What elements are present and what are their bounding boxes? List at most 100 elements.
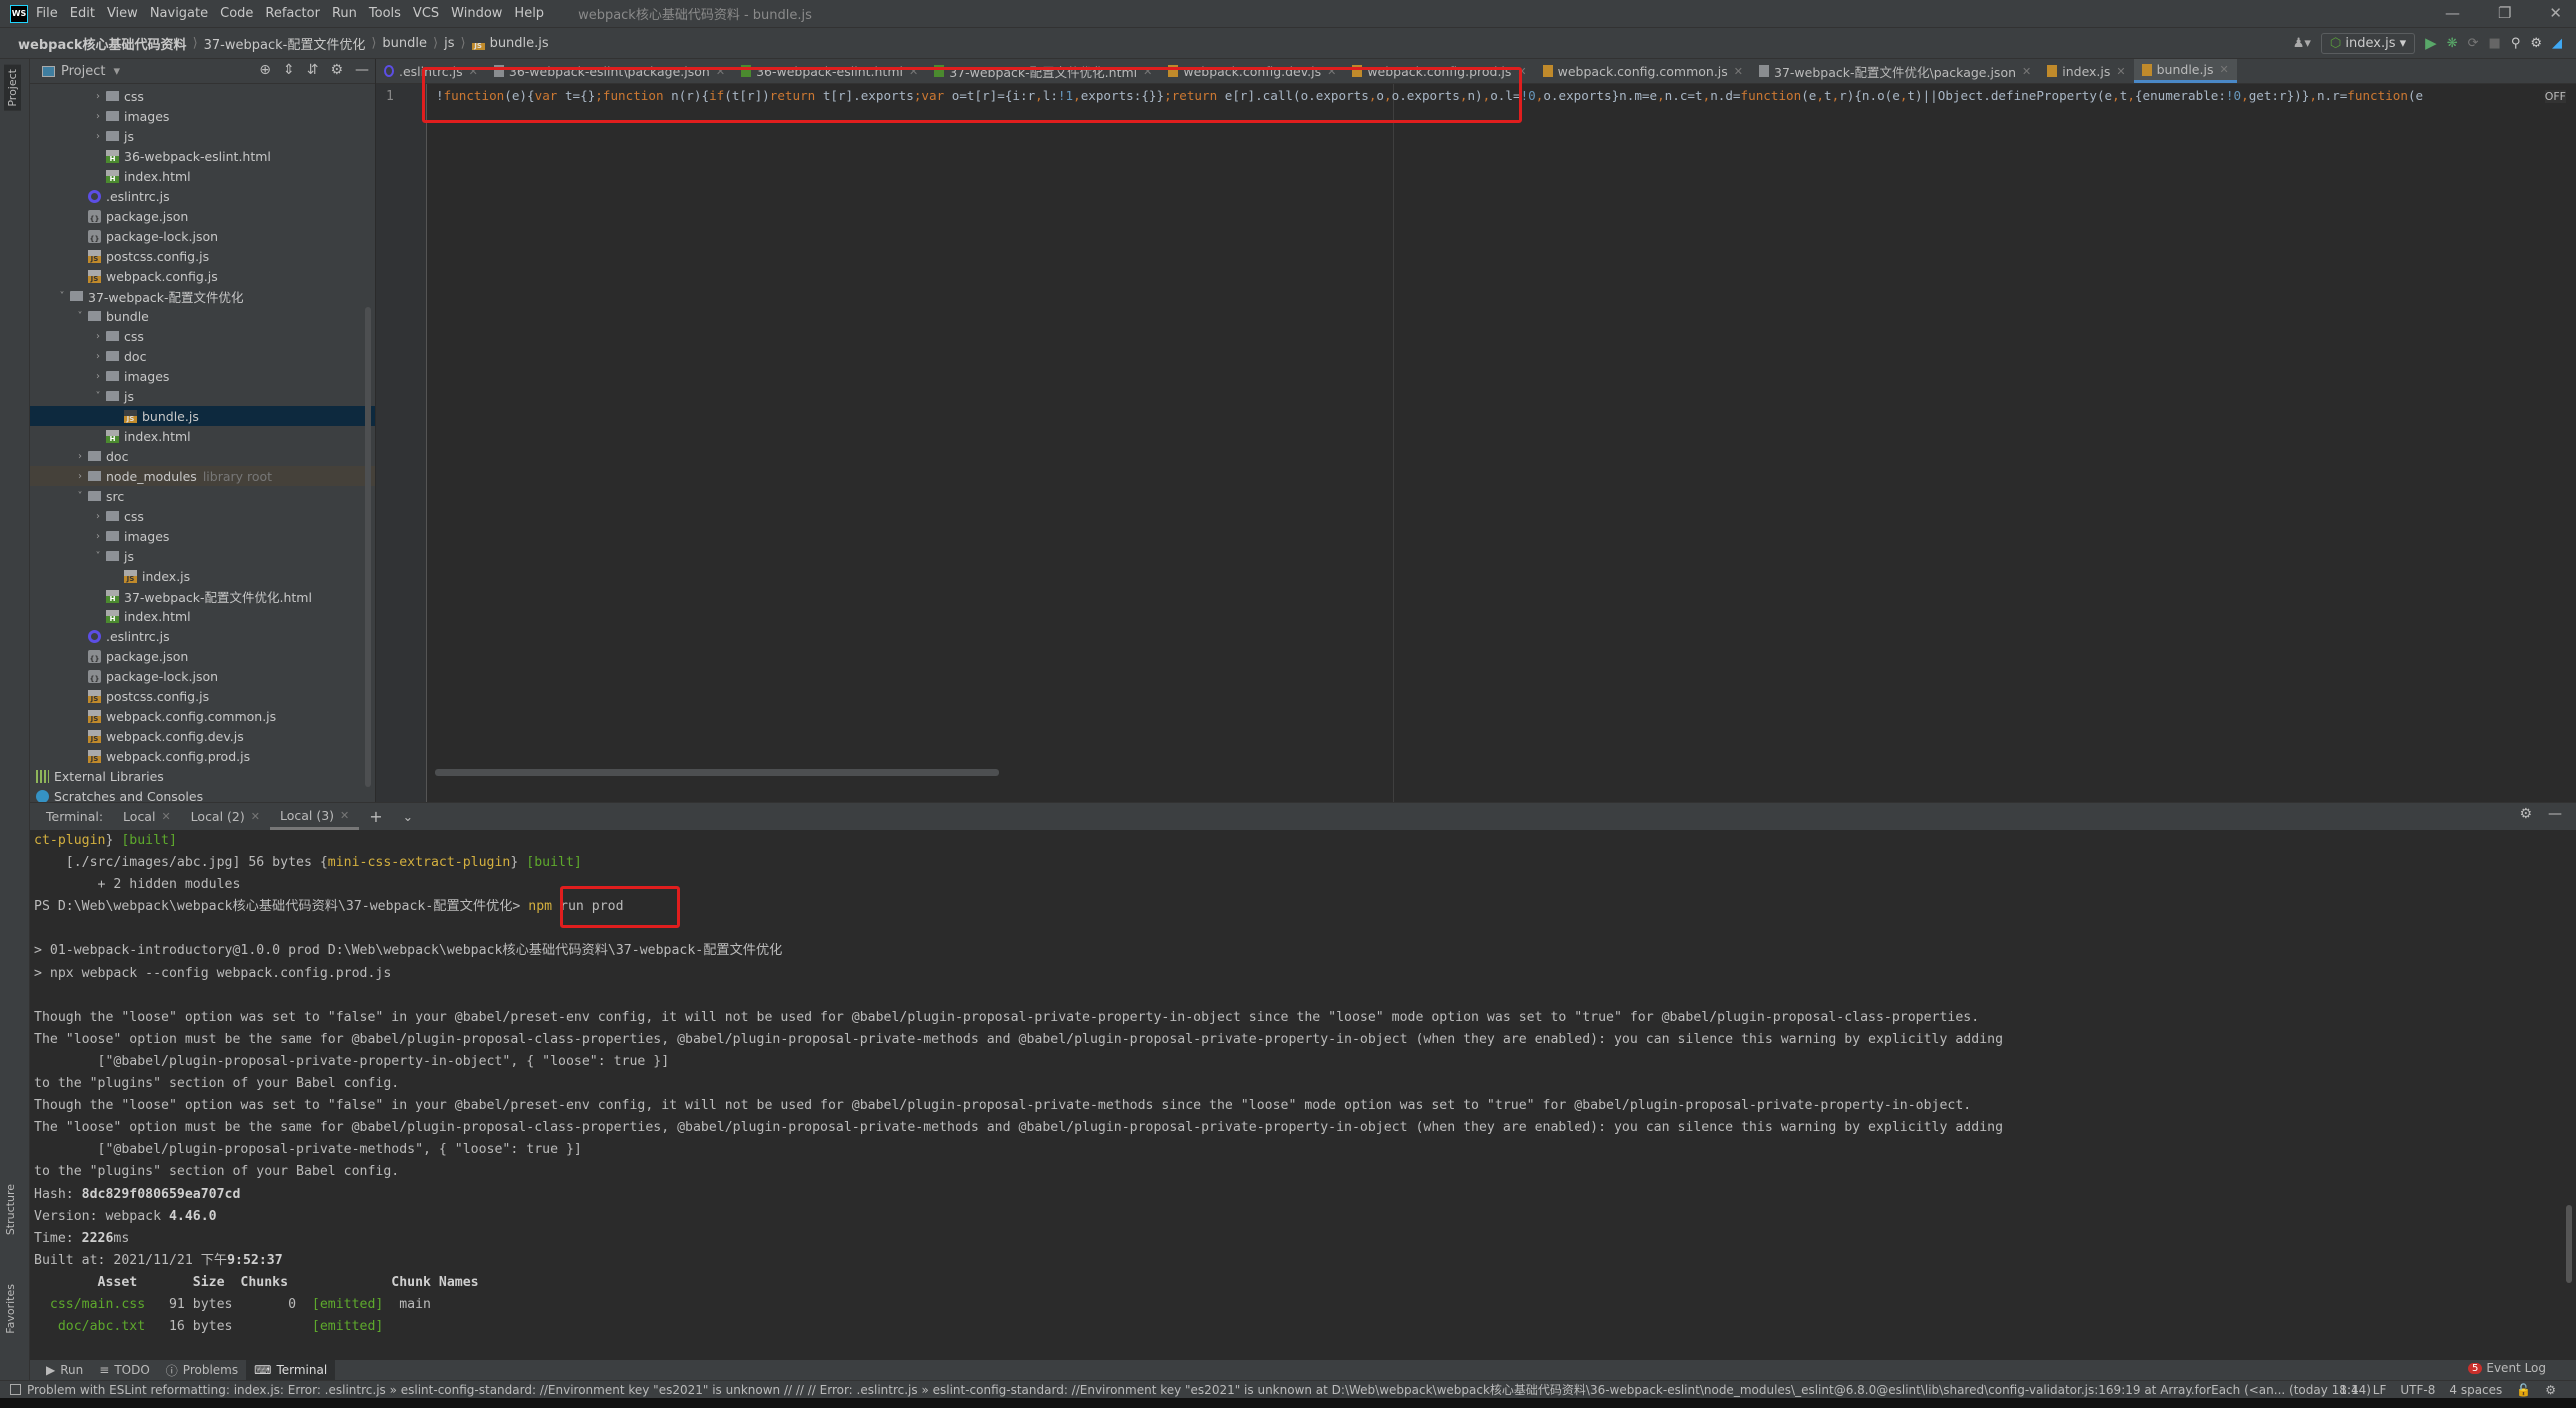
terminal-scrollbar[interactable] <box>2566 1205 2572 1283</box>
chevron-right-icon[interactable]: › <box>90 531 106 542</box>
tree-item[interactable]: {} package-lock.json <box>30 226 375 246</box>
breadcrumb-item[interactable]: 37-webpack-配置文件优化 <box>204 34 366 53</box>
collapse-all-icon[interactable]: ⇵ <box>307 62 319 78</box>
menu-view[interactable]: View <box>107 6 138 21</box>
tree-item[interactable]: ˅ 37-webpack-配置文件优化 <box>30 286 375 306</box>
chevron-right-icon[interactable]: › <box>90 351 106 362</box>
menu-file[interactable]: File <box>36 6 58 21</box>
tree-item[interactable]: {} package.json <box>30 646 375 666</box>
chevron-right-icon[interactable]: › <box>72 471 88 482</box>
lock-icon[interactable]: 🔓 <box>2516 1383 2531 1397</box>
chevron-right-icon[interactable]: › <box>90 371 106 382</box>
tree-item[interactable]: ˅ js <box>30 546 375 566</box>
event-log-button[interactable]: 5 Event Log <box>2468 1361 2546 1375</box>
gear-icon[interactable]: ⚙ <box>330 62 343 78</box>
tree-item[interactable]: › node_modules library root <box>30 466 375 486</box>
menu-vcs[interactable]: VCS <box>413 6 439 21</box>
chevron-down-icon[interactable]: ˅ <box>90 391 106 402</box>
tool-window-todo[interactable]: ≡ TODO <box>91 1360 158 1380</box>
tree-item[interactable]: › images <box>30 526 375 546</box>
tree-item[interactable]: External Libraries <box>30 766 375 786</box>
close-tab-icon[interactable]: ✕ <box>161 810 170 823</box>
menu-navigate[interactable]: Navigate <box>150 6 208 21</box>
menu-run[interactable]: Run <box>332 6 357 21</box>
status-badge[interactable]: OFF <box>2544 90 2566 103</box>
tree-item[interactable]: H 37-webpack-配置文件优化.html <box>30 586 375 606</box>
tree-item[interactable]: › css <box>30 86 375 106</box>
run-config-select[interactable]: ⬡ index.js ▾ <box>2320 32 2416 54</box>
menu-help[interactable]: Help <box>514 6 544 21</box>
tree-item[interactable]: {} package.json <box>30 206 375 226</box>
inspector-icon[interactable]: ⚙ <box>2545 1383 2556 1397</box>
plugin-icon[interactable]: ◢ <box>2552 36 2562 51</box>
menu-edit[interactable]: Edit <box>70 6 95 21</box>
terminal-tab[interactable]: Local ✕ <box>113 803 181 830</box>
menu-code[interactable]: Code <box>220 6 253 21</box>
chevron-down-icon[interactable]: ˅ <box>72 311 88 322</box>
tree-item[interactable]: JS webpack.config.dev.js <box>30 726 375 746</box>
breadcrumb-item[interactable]: bundle <box>382 36 427 51</box>
menu-tools[interactable]: Tools <box>369 6 401 21</box>
tree-item[interactable]: › images <box>30 366 375 386</box>
tree-item[interactable]: ˅ bundle <box>30 306 375 326</box>
line-ending[interactable]: LF <box>2373 1383 2387 1397</box>
editor-tab[interactable]: webpack.config.common.js ✕ <box>1535 59 1751 83</box>
favorites-tool-tab[interactable]: Favorites <box>4 1284 17 1334</box>
terminal-output[interactable]: ct-plugin} [built] [./src/images/abc.jpg… <box>30 830 2560 1360</box>
close-tab-icon[interactable]: ✕ <box>2219 63 2228 76</box>
breadcrumb-item[interactable]: webpack核心基础代码资料 <box>18 34 187 53</box>
sidebar-scrollbar[interactable] <box>365 307 371 787</box>
menu-refactor[interactable]: Refactor <box>265 6 320 21</box>
tree-item[interactable]: Hindex.html <box>30 426 375 446</box>
project-view-select[interactable]: Project <box>61 64 105 79</box>
run-icon[interactable]: ▶ <box>2425 34 2437 52</box>
chevron-right-icon[interactable]: › <box>90 131 106 142</box>
editor-tab[interactable]: bundle.js ✕ <box>2133 59 2237 83</box>
tool-window-terminal[interactable]: ⌨ Terminal <box>246 1360 336 1380</box>
indent-setting[interactable]: 4 spaces <box>2449 1383 2502 1397</box>
tree-item[interactable]: › css <box>30 326 375 346</box>
close-tab-icon[interactable]: ✕ <box>1734 65 1743 78</box>
close-tab-icon[interactable]: ✕ <box>251 810 260 823</box>
chevron-right-icon[interactable]: › <box>90 331 106 342</box>
tree-item[interactable]: JS webpack.config.common.js <box>30 706 375 726</box>
tree-item[interactable]: .eslintrc.js <box>30 186 375 206</box>
user-icon[interactable]: ♟▾ <box>2293 36 2311 51</box>
chevron-down-icon[interactable]: ⌄ <box>393 803 423 830</box>
search-icon[interactable]: ⚲ <box>2511 36 2521 51</box>
new-terminal-button[interactable]: + <box>359 803 392 830</box>
file-encoding[interactable]: UTF-8 <box>2400 1383 2435 1397</box>
chevron-down-icon[interactable]: ˅ <box>54 291 70 302</box>
tree-item[interactable]: Hindex.html <box>30 166 375 186</box>
hide-icon[interactable]: — <box>2548 806 2562 822</box>
close-tab-icon[interactable]: ✕ <box>2116 65 2125 78</box>
tree-item[interactable]: › images <box>30 106 375 126</box>
tree-item[interactable]: JS bundle.js <box>30 406 375 426</box>
tree-item[interactable]: ˅ src <box>30 486 375 506</box>
menu-window[interactable]: Window <box>451 6 502 21</box>
structure-tool-tab[interactable]: Structure <box>4 1184 17 1235</box>
tool-window-run[interactable]: ▶ Run <box>38 1360 91 1380</box>
breadcrumb-item[interactable]: js <box>444 36 454 51</box>
tool-window-problems[interactable]: ⓘ Problems <box>158 1360 246 1380</box>
tree-item[interactable]: JS postcss.config.js <box>30 686 375 706</box>
chevron-down-icon[interactable]: ˅ <box>72 491 88 502</box>
close-tab-icon[interactable]: ✕ <box>2022 65 2031 78</box>
tree-item[interactable]: {} package-lock.json <box>30 666 375 686</box>
chevron-right-icon[interactable]: › <box>90 91 106 102</box>
tree-item[interactable]: ˅ js <box>30 386 375 406</box>
editor-tab[interactable]: 37-webpack-配置文件优化\package.json ✕ <box>1751 59 2039 83</box>
status-message[interactable]: Problem with ESLint reformatting: index.… <box>27 1381 2371 1398</box>
minimize-button[interactable]: — <box>2445 4 2460 22</box>
tree-item[interactable]: Scratches and Consoles <box>30 786 375 802</box>
tree-item[interactable]: › css <box>30 506 375 526</box>
hide-icon[interactable]: — <box>355 62 369 78</box>
tree-item[interactable]: JS webpack.config.prod.js <box>30 746 375 766</box>
tree-item[interactable]: › doc <box>30 346 375 366</box>
terminal-tab[interactable]: Local (3) ✕ <box>269 803 360 830</box>
tree-item[interactable]: JS postcss.config.js <box>30 246 375 266</box>
close-button[interactable]: ✕ <box>2549 4 2562 22</box>
restore-button[interactable]: ❐ <box>2498 4 2511 22</box>
tree-item[interactable]: › doc <box>30 446 375 466</box>
chevron-down-icon[interactable]: ˅ <box>90 551 106 562</box>
